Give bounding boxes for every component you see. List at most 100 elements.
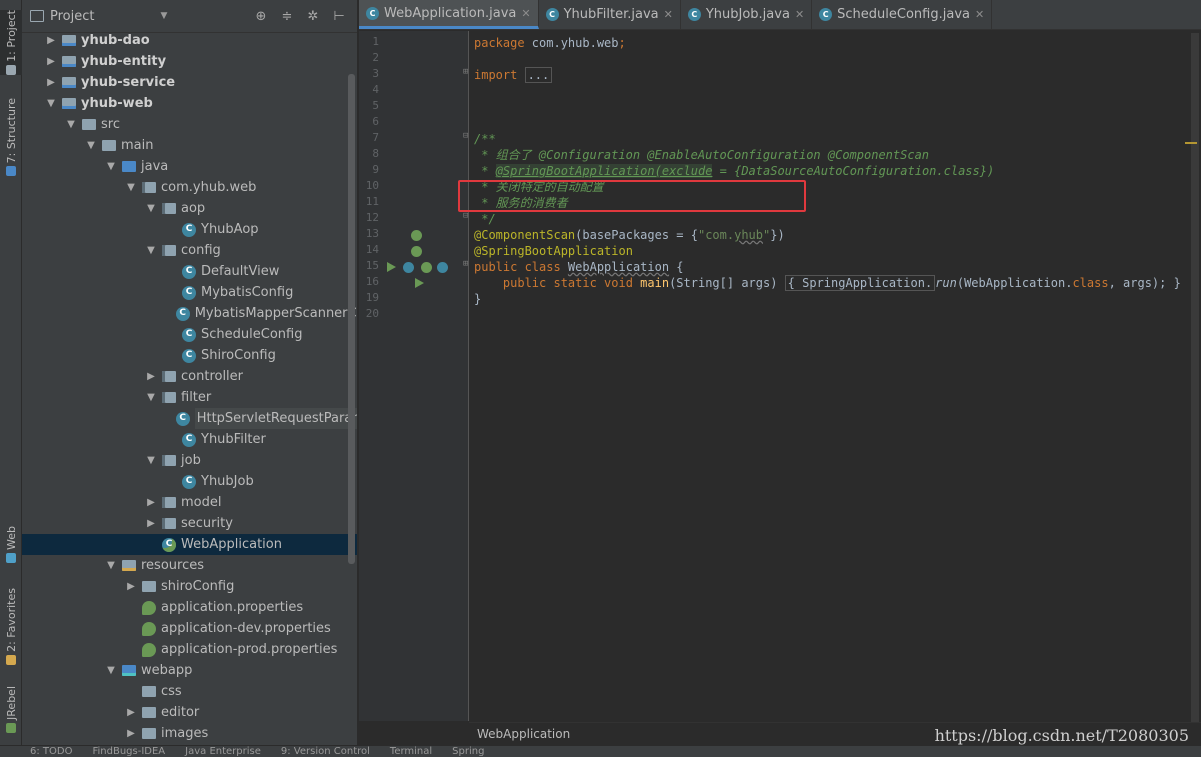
chevron-right-icon[interactable]: ▶ xyxy=(124,723,138,744)
fold-icon[interactable]: ⊟ xyxy=(463,131,468,141)
tree-item[interactable]: ▼ webapp xyxy=(22,660,357,681)
chevron-down-icon[interactable]: ▼ xyxy=(144,387,158,408)
hide-icon[interactable]: ⊢ xyxy=(329,9,349,24)
editor-tab[interactable]: C ScheduleConfig.java ✕ xyxy=(812,0,993,29)
breadcrumb-class[interactable]: WebApplication xyxy=(477,727,570,741)
tab-favorites[interactable]: 2: Favorites xyxy=(0,588,22,665)
tab-jrebel[interactable]: JRebel xyxy=(0,686,22,733)
tree-item[interactable]: ▶application.properties xyxy=(22,597,357,618)
tree-item[interactable]: ▶CHttpServletRequestParameterWrapper xyxy=(22,408,357,429)
tree-item[interactable]: ▶CWebApplication xyxy=(22,534,357,555)
tree-item[interactable]: ▶CYhubJob xyxy=(22,471,357,492)
tree-item[interactable]: ▼ resources xyxy=(22,555,357,576)
tree-item[interactable]: ▶CYhubFilter xyxy=(22,429,357,450)
tree-item[interactable]: ▶ controller xyxy=(22,366,357,387)
close-icon[interactable]: ✕ xyxy=(795,8,804,21)
tree-item[interactable]: ▶ images xyxy=(22,723,357,744)
chevron-down-icon[interactable]: ▼ xyxy=(124,177,138,198)
editor-tab[interactable]: C YhubFilter.java ✕ xyxy=(539,0,681,29)
chevron-down-icon[interactable]: ▼ xyxy=(84,135,98,156)
fold-icon[interactable]: ⊞ xyxy=(463,67,468,77)
bottom-tool-tab[interactable]: Terminal xyxy=(390,746,432,757)
class-icon[interactable] xyxy=(403,262,414,273)
tree-item[interactable]: ▼ com.yhub.web xyxy=(22,177,357,198)
chevron-down-icon[interactable]: ▼ xyxy=(160,11,167,21)
run-icon[interactable] xyxy=(415,278,424,288)
collapse-icon[interactable]: ≑ xyxy=(277,9,297,24)
bottom-tool-tab[interactable]: 6: TODO xyxy=(30,746,72,757)
tree-item[interactable]: ▼ main xyxy=(22,135,357,156)
chevron-right-icon[interactable]: ▶ xyxy=(144,492,158,513)
fold-icon[interactable]: ⊟ xyxy=(463,211,468,221)
tree-item[interactable]: ▶ yhub-entity xyxy=(22,51,357,72)
chevron-right-icon[interactable]: ▶ xyxy=(44,30,58,51)
tree-item[interactable]: ▼ job xyxy=(22,450,357,471)
tree-item[interactable]: ▶ yhub-service xyxy=(22,72,357,93)
tree-item[interactable]: ▶application-dev.properties xyxy=(22,618,357,639)
chevron-down-icon[interactable]: ▼ xyxy=(64,114,78,135)
chevron-down-icon[interactable]: ▼ xyxy=(144,450,158,471)
close-icon[interactable]: ✕ xyxy=(521,7,530,20)
tree-item[interactable]: ▼ yhub-web xyxy=(22,93,357,114)
tree-item[interactable]: ▼ java xyxy=(22,156,357,177)
class-icon[interactable] xyxy=(437,262,448,273)
tree-item[interactable]: ▶application-prod.properties xyxy=(22,639,357,660)
chevron-right-icon[interactable]: ▶ xyxy=(144,513,158,534)
editor-tab[interactable]: C WebApplication.java ✕ xyxy=(359,0,539,29)
target-icon[interactable]: ⊕ xyxy=(251,9,271,24)
chevron-down-icon[interactable]: ▼ xyxy=(44,93,58,114)
chevron-right-icon[interactable]: ▶ xyxy=(44,51,58,72)
code-line: @SpringBootApplication xyxy=(474,243,633,259)
tree-item[interactable]: ▼ src xyxy=(22,114,357,135)
tab-structure[interactable]: 7: Structure xyxy=(0,98,22,177)
tree-item[interactable]: ▼ aop xyxy=(22,198,357,219)
chevron-down-icon[interactable]: ▼ xyxy=(144,240,158,261)
tree-item[interactable]: ▼ filter xyxy=(22,387,357,408)
tree-item[interactable]: ▶CYhubAop xyxy=(22,219,357,240)
spring-bean-icon[interactable] xyxy=(421,262,432,273)
spring-bean-icon[interactable] xyxy=(411,246,422,257)
fold-icon[interactable]: ⊞ xyxy=(463,259,468,269)
tree-item[interactable]: ▶ security xyxy=(22,513,357,534)
gear-icon[interactable]: ✲ xyxy=(303,9,323,24)
bottom-tool-tab[interactable]: Java Enterprise xyxy=(185,746,261,757)
tree-item[interactable]: ▶CShiroConfig xyxy=(22,345,357,366)
bottom-tool-tab[interactable]: FindBugs-IDEA xyxy=(92,746,165,757)
tree-item[interactable]: ▶css xyxy=(22,681,357,702)
tree-item[interactable]: ▶ model xyxy=(22,492,357,513)
chevron-right-icon[interactable]: ▶ xyxy=(144,366,158,387)
editor-tab[interactable]: C YhubJob.java ✕ xyxy=(681,0,813,29)
tree-item[interactable]: ▶CScheduleConfig xyxy=(22,324,357,345)
chevron-down-icon[interactable]: ▼ xyxy=(104,156,118,177)
warning-marker[interactable] xyxy=(1185,142,1197,144)
bottom-tool-tab[interactable]: 9: Version Control xyxy=(281,746,370,757)
folder-icon xyxy=(142,728,156,739)
tree-item[interactable]: ▶CMybatisMapperScannerCo xyxy=(22,303,357,324)
cls-icon: C xyxy=(182,222,196,237)
tree-scrollbar[interactable] xyxy=(348,74,355,564)
spring-bean-icon[interactable] xyxy=(411,230,422,241)
chevron-right-icon[interactable]: ▶ xyxy=(124,576,138,597)
tree-item[interactable]: ▶ editor xyxy=(22,702,357,723)
tree-item[interactable]: ▶ shiroConfig xyxy=(22,576,357,597)
chevron-down-icon[interactable]: ▼ xyxy=(144,198,158,219)
chevron-down-icon[interactable]: ▼ xyxy=(104,660,118,681)
project-panel-title[interactable]: Project xyxy=(50,9,94,24)
tree-item[interactable]: ▶CDefaultView xyxy=(22,261,357,282)
cls-icon: C xyxy=(182,348,196,363)
editor: C WebApplication.java ✕ C YhubFilter.java ✕ C Y… xyxy=(359,0,1201,745)
editor-scrollbar[interactable] xyxy=(1191,33,1199,723)
bottom-tool-tab[interactable]: Spring xyxy=(452,746,484,757)
chevron-down-icon[interactable]: ▼ xyxy=(104,555,118,576)
close-icon[interactable]: ✕ xyxy=(664,8,673,21)
chevron-right-icon[interactable]: ▶ xyxy=(44,72,58,93)
tree-item[interactable]: ▶CMybatisConfig xyxy=(22,282,357,303)
tree-item[interactable]: ▶ yhub-dao xyxy=(22,30,357,51)
tab-web[interactable]: Web xyxy=(0,526,22,563)
chevron-right-icon[interactable]: ▶ xyxy=(124,702,138,723)
run-icon[interactable] xyxy=(387,262,396,272)
tab-project[interactable]: 1: Project xyxy=(0,10,22,75)
tree-item[interactable]: ▼ config xyxy=(22,240,357,261)
close-icon[interactable]: ✕ xyxy=(975,8,984,21)
folder-icon xyxy=(142,581,156,592)
